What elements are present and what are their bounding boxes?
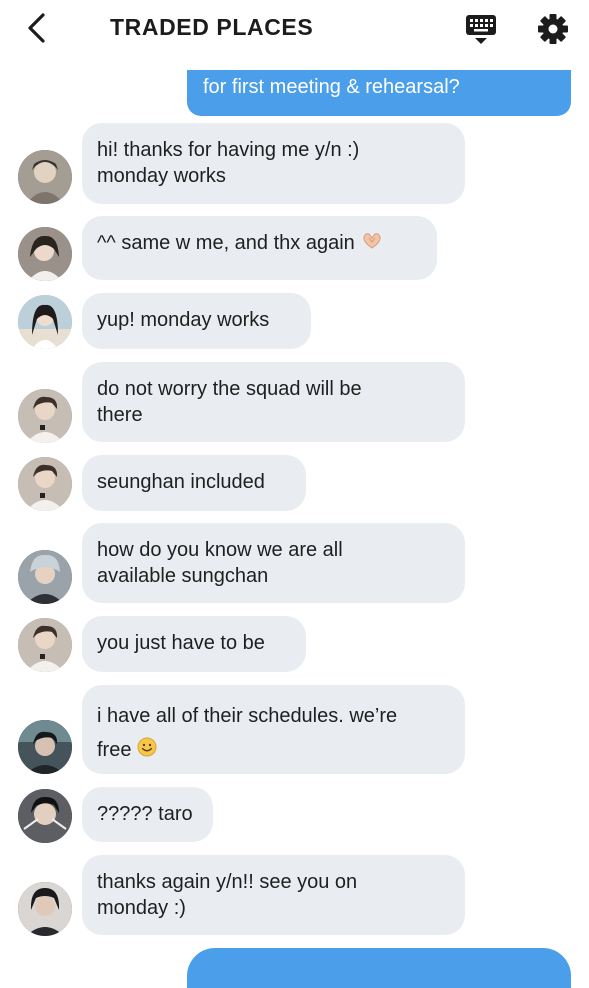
avatar[interactable] [18, 389, 72, 443]
message-text: ????? taro [97, 803, 193, 825]
message-text: how do you know we are all available sun… [97, 539, 343, 587]
incoming-message[interactable]: you just have to be [82, 616, 306, 672]
incoming-message[interactable]: i have all of their schedules. we’re fre… [82, 685, 465, 774]
message-text: do not worry the squad will be there [97, 378, 362, 426]
message-text: ^^ same w me, and thx again [97, 232, 355, 254]
avatar[interactable] [18, 882, 72, 936]
avatar-photo [18, 550, 72, 604]
avatar-photo [18, 227, 72, 281]
heart-hands-emoji [361, 231, 383, 257]
incoming-message[interactable]: hi! thanks for having me y/n :) monday w… [82, 123, 465, 204]
message-text: seunghan included [97, 471, 265, 493]
avatar-photo [18, 720, 72, 774]
back-button[interactable] [18, 10, 54, 46]
keyboard-button[interactable] [462, 10, 500, 48]
avatar[interactable] [18, 295, 72, 349]
settings-button[interactable] [534, 10, 572, 48]
message-text: hi! thanks for having me y/n :) monday w… [97, 139, 360, 187]
incoming-message[interactable]: ????? taro [82, 787, 213, 842]
back-chevron-icon [28, 13, 45, 43]
avatar-photo [18, 882, 72, 936]
avatar-photo [18, 618, 72, 672]
avatar-photo [18, 789, 72, 843]
avatar[interactable] [18, 150, 72, 204]
avatar[interactable] [18, 618, 72, 672]
smiling-face-emoji [137, 737, 157, 764]
outgoing-message-text: for first meeting & rehearsal? [203, 76, 460, 98]
outgoing-message[interactable] [187, 948, 571, 988]
avatar[interactable] [18, 550, 72, 604]
message-text: thanks again y/n!! see you on monday :) [97, 871, 358, 919]
gear-icon [538, 14, 568, 44]
avatar[interactable] [18, 457, 72, 511]
avatar[interactable] [18, 227, 72, 281]
avatar-photo [18, 295, 72, 349]
avatar[interactable] [18, 720, 72, 774]
message-text: you just have to be [97, 632, 265, 654]
incoming-message[interactable]: ^^ same w me, and thx again [82, 216, 437, 280]
message-text: yup! monday works [97, 309, 270, 331]
incoming-message[interactable]: seunghan included [82, 455, 306, 511]
incoming-message[interactable]: how do you know we are all available sun… [82, 523, 465, 603]
incoming-message[interactable]: yup! monday works [82, 293, 311, 349]
avatar[interactable] [18, 789, 72, 843]
keyboard-icon [466, 15, 496, 44]
avatar-photo [18, 389, 72, 443]
avatar-photo [18, 457, 72, 511]
chat-title: TRADED PLACES [110, 14, 314, 40]
incoming-message[interactable]: do not worry the squad will be there [82, 362, 465, 442]
incoming-message[interactable]: thanks again y/n!! see you on monday :) [82, 855, 465, 935]
chat-header: TRADED PLACES [0, 0, 589, 70]
avatar-photo [18, 150, 72, 204]
